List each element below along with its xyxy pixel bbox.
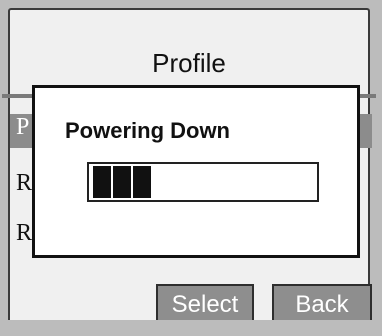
bottom-strip <box>0 320 382 336</box>
dialog-title: Powering Down <box>65 118 230 143</box>
back-button[interactable]: Back <box>272 284 372 322</box>
list-item[interactable]: R <box>16 220 32 247</box>
progress-segment <box>93 166 111 198</box>
title-bar: Profile <box>10 10 368 94</box>
progress-segment <box>113 166 131 198</box>
progress-bar <box>87 162 319 202</box>
list-item-label: R <box>16 170 33 196</box>
select-button[interactable]: Select <box>156 284 254 322</box>
power-down-dialog: Powering Down <box>32 85 360 258</box>
list-item-label: P <box>16 114 30 140</box>
page-title: Profile <box>152 48 226 78</box>
list-item-label: R <box>16 220 33 246</box>
progress-segment <box>133 166 151 198</box>
list-item[interactable]: R <box>16 170 32 197</box>
